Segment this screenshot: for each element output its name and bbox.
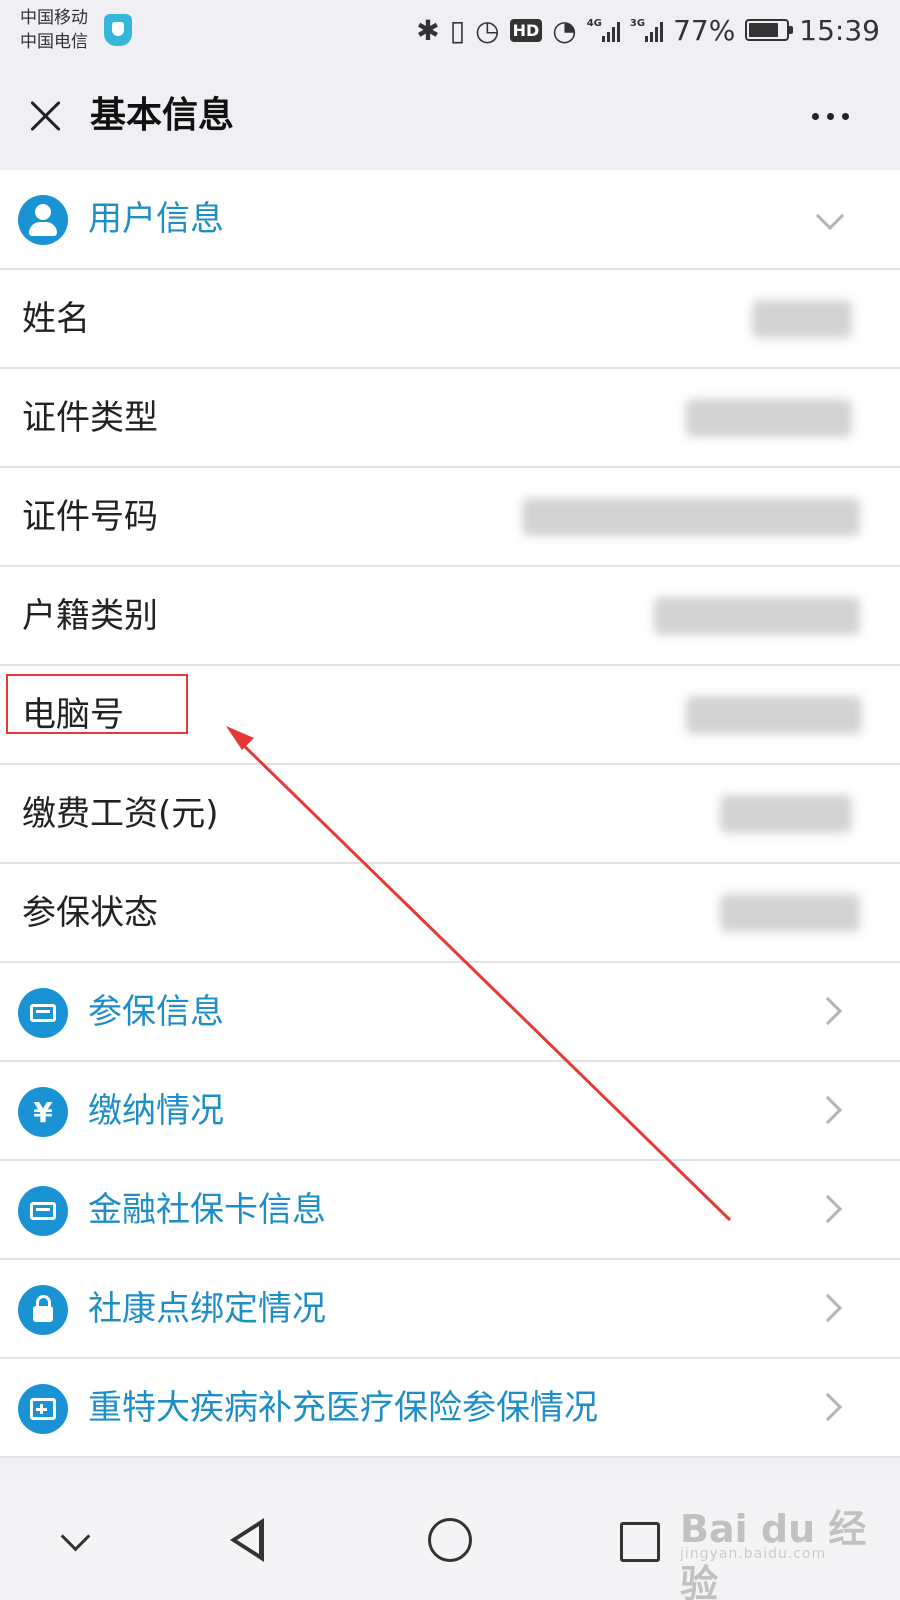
carrier-info: 中国移动 中国电信 [20, 6, 88, 54]
field-row-id-number: 证件号码 [0, 468, 900, 567]
redacted-value [654, 597, 860, 635]
page-title: 基本信息 [90, 95, 235, 136]
back-icon[interactable] [220, 1510, 280, 1570]
signal-3g-icon: 3G [629, 18, 664, 42]
user-icon [18, 195, 68, 245]
link-label: 重特大疾病补充医疗保险参保情况 [88, 1388, 598, 1428]
wifi-icon: ◔ [552, 13, 577, 47]
field-label: 户籍类别 [22, 596, 158, 636]
carrier-2: 中国电信 [20, 32, 88, 52]
hd-icon: HD [509, 18, 543, 42]
link-social-security-card[interactable]: 金融社保卡信息 [0, 1161, 900, 1260]
recent-apps-icon[interactable] [610, 1510, 670, 1570]
redacted-value [522, 498, 860, 536]
signal-3g-label: 3G [629, 18, 646, 29]
lock-icon [18, 1285, 68, 1335]
watermark-sub: jingyan.baidu.com [680, 1546, 827, 1562]
battery-percent: 77% [673, 13, 736, 47]
status-icons: ✱ ▯ ◷ HD ◔ 4G 3G 77% 15:39 [416, 10, 880, 50]
section-user-info[interactable]: 用户信息 [0, 170, 900, 270]
title-bar: 基本信息 [0, 62, 900, 170]
field-label: 姓名 [22, 299, 90, 339]
chevron-down-icon[interactable] [45, 1510, 105, 1570]
info-list: 用户信息 姓名 证件类型 证件号码 户籍类别 电脑号 缴费工资(元) 参保状态 … [0, 170, 900, 1458]
field-row-computer-number: 电脑号 [0, 666, 900, 765]
field-row-household-type: 户籍类别 [0, 567, 900, 666]
signal-4g-label: 4G [586, 18, 602, 29]
link-label: 参保信息 [88, 992, 224, 1032]
yen-icon: ¥ [18, 1087, 68, 1137]
chevron-right-icon [813, 1194, 843, 1224]
shield-icon [104, 14, 132, 46]
field-label: 证件类型 [22, 398, 158, 438]
link-label: 社康点绑定情况 [88, 1289, 326, 1329]
link-label: 缴纳情况 [88, 1091, 224, 1131]
field-label: 参保状态 [22, 893, 158, 933]
id-card-icon [18, 988, 68, 1038]
redacted-value [686, 399, 852, 437]
link-clinic-binding[interactable]: 社康点绑定情况 [0, 1260, 900, 1359]
medical-plus-icon [18, 1384, 68, 1434]
redacted-value [752, 300, 852, 338]
field-row-name: 姓名 [0, 270, 900, 369]
highlight-box [6, 674, 188, 734]
field-label: 缴费工资(元) [22, 794, 219, 834]
chevron-down-icon [815, 201, 845, 231]
more-options-icon[interactable] [800, 92, 860, 140]
redacted-value [720, 795, 852, 833]
home-icon[interactable] [420, 1510, 480, 1570]
close-icon[interactable] [22, 92, 70, 140]
link-payment-status[interactable]: ¥ 缴纳情况 [0, 1062, 900, 1161]
card-icon [18, 1186, 68, 1236]
alarm-icon: ◷ [475, 13, 500, 47]
link-critical-illness-insurance[interactable]: 重特大疾病补充医疗保险参保情况 [0, 1359, 900, 1458]
battery-icon [745, 19, 794, 41]
signal-4g-icon: 4G [587, 18, 620, 42]
watermark-logo: Bai du 经验 jingyan.baidu.com [680, 1490, 880, 1600]
chevron-right-icon [813, 996, 843, 1026]
field-row-contribution-wage: 缴费工资(元) [0, 765, 900, 864]
field-label: 证件号码 [22, 497, 158, 537]
redacted-value [720, 894, 860, 932]
link-label: 金融社保卡信息 [88, 1190, 326, 1230]
clock: 15:39 [799, 13, 880, 47]
redacted-value [686, 696, 862, 734]
field-row-insurance-status: 参保状态 [0, 864, 900, 963]
chevron-right-icon [813, 1392, 843, 1422]
section-title: 用户信息 [88, 199, 224, 239]
chevron-right-icon [813, 1095, 843, 1125]
vibrate-icon: ▯ [449, 13, 466, 47]
field-row-id-type: 证件类型 [0, 369, 900, 468]
status-bar: 中国移动 中国电信 ✱ ▯ ◷ HD ◔ 4G 3G 77% 15:39 [0, 0, 900, 62]
carrier-1: 中国移动 [20, 8, 88, 28]
link-insurance-info[interactable]: 参保信息 [0, 963, 900, 1062]
chevron-right-icon [813, 1293, 843, 1323]
bluetooth-icon: ✱ [416, 13, 440, 47]
